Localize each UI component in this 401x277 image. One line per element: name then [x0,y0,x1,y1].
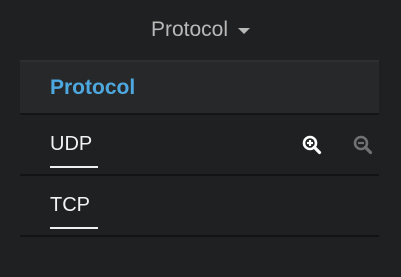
label-underline [50,227,98,229]
list-item-udp[interactable]: UDP [20,115,379,176]
column-header-label: Protocol [50,75,136,99]
panel-header: Protocol [0,0,401,60]
list-item-tcp[interactable]: TCP [20,176,379,237]
column-header: Protocol [20,60,379,115]
zoom-out-icon[interactable] [353,135,373,155]
protocol-dropdown-button[interactable]: Protocol [150,18,251,42]
caret-down-icon [238,28,251,34]
label-underline [50,166,98,168]
zoom-in-icon[interactable] [302,135,322,155]
list-item-label[interactable]: TCP [50,194,90,217]
protocol-dropdown-label: Protocol [150,18,229,41]
list-item-label[interactable]: UDP [50,133,92,156]
protocol-filter-panel: Protocol Protocol UDP TCP [0,0,401,277]
protocol-list: Protocol UDP TCP [20,60,379,237]
